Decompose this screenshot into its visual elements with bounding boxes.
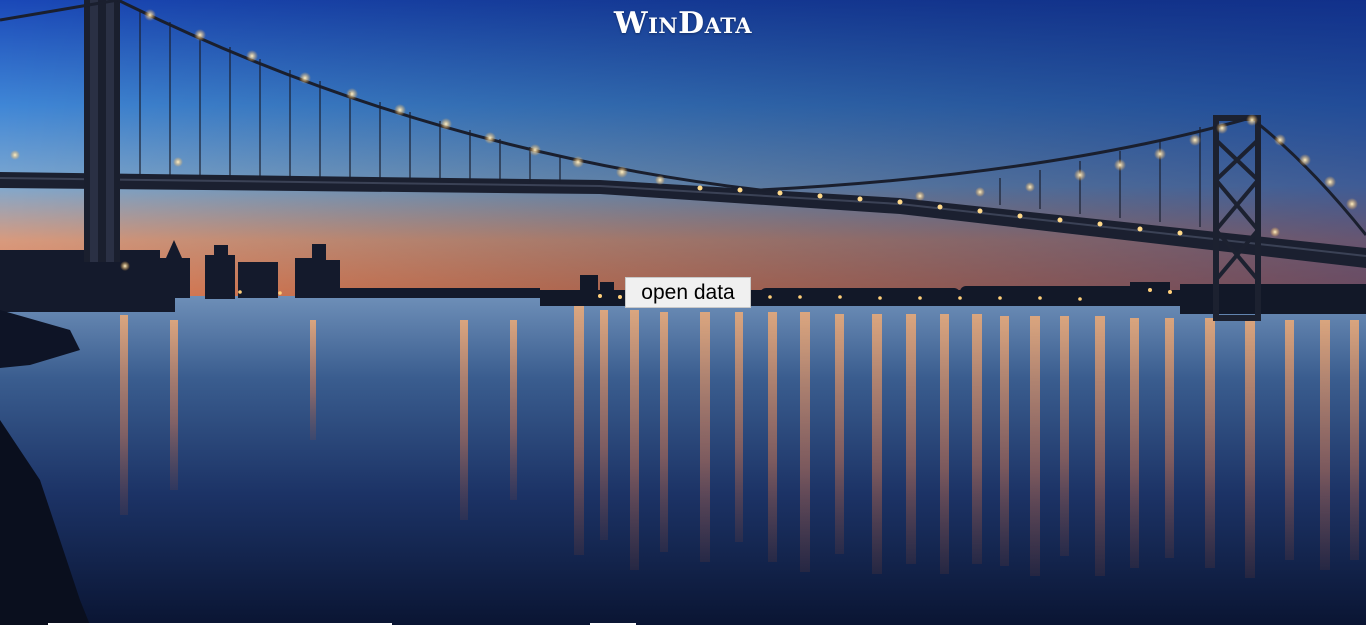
page: WinData open data (0, 0, 1366, 625)
site-title: WinData (613, 6, 753, 41)
background-photo (0, 0, 1366, 625)
open-data-button[interactable]: open data (625, 277, 751, 308)
